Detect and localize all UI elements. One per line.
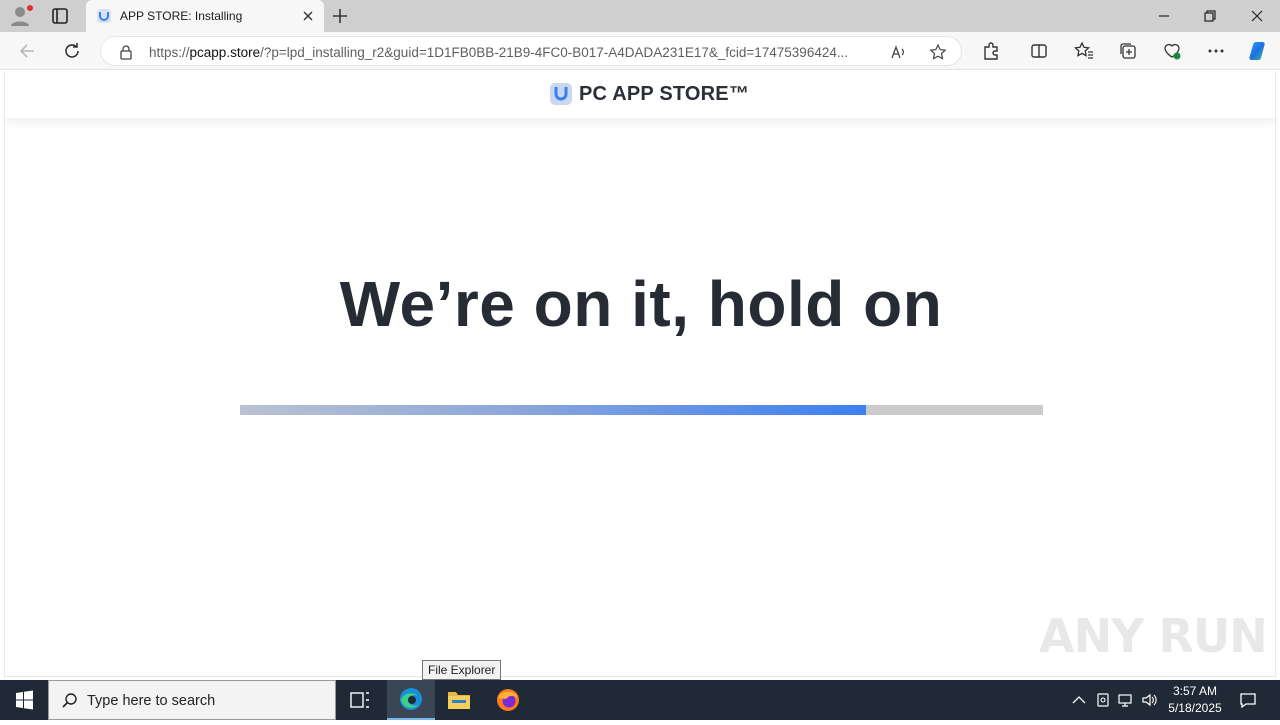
edge-taskbar-icon[interactable]	[387, 680, 435, 720]
clock-time: 3:57 AM	[1172, 684, 1218, 698]
taskbar-clock[interactable]: 3:57 AM 5/18/2025	[1160, 683, 1230, 717]
taskbar-search[interactable]: Type here to search	[48, 680, 336, 720]
favorites-icon[interactable]	[1073, 40, 1095, 62]
tooltip: File Explorer	[422, 660, 502, 680]
tab-favicon-icon	[96, 8, 112, 24]
page-headline: We’re on it, hold on	[339, 268, 943, 340]
logo-text: PC APP STORE™	[579, 82, 750, 105]
split-screen-icon[interactable]	[1028, 40, 1050, 62]
install-progress-bar	[240, 405, 1043, 415]
search-icon	[61, 692, 79, 710]
notifications-icon[interactable]	[1238, 690, 1258, 710]
web-page: PC APP STORE™ We’re on it, hold on ANY R…	[4, 71, 1276, 677]
url-text: https://pcapp.store/?p=lpd_installing_r2…	[149, 45, 879, 60]
task-view-button[interactable]	[336, 680, 384, 720]
close-window-icon[interactable]	[1247, 6, 1267, 26]
windows-taskbar: Type here to search 3:57 AM 5/18/2025	[0, 680, 1280, 720]
app-store-logo-icon	[549, 82, 573, 106]
browser-toolbar: https://pcapp.store/?p=lpd_installing_r2…	[0, 32, 1280, 70]
watermark-logo: ANY RUN	[1039, 609, 1268, 663]
more-options-icon[interactable]	[1205, 40, 1227, 62]
restore-icon[interactable]	[1200, 6, 1220, 26]
device-icon[interactable]	[1094, 691, 1112, 709]
start-button[interactable]	[0, 680, 48, 720]
tab-title: APP STORE: Installing	[120, 9, 243, 23]
refresh-icon[interactable]	[61, 40, 83, 62]
address-bar[interactable]: https://pcapp.store/?p=lpd_installing_r2…	[100, 36, 962, 66]
url-prefix: https://	[149, 45, 190, 60]
firefox-taskbar-icon[interactable]	[484, 680, 532, 720]
browser-tab-strip: APP STORE: Installing	[0, 0, 1280, 32]
new-tab-icon[interactable]	[330, 6, 350, 26]
clock-date: 5/18/2025	[1168, 701, 1222, 715]
browser-essentials-icon[interactable]	[1161, 40, 1183, 62]
favorite-star-icon[interactable]	[929, 43, 947, 61]
url-path: /?p=lpd_installing_r2&guid=1D1FB0BB-21B9…	[260, 45, 849, 60]
read-aloud-icon[interactable]	[889, 43, 907, 61]
network-icon[interactable]	[1117, 691, 1135, 709]
profile-icon[interactable]	[8, 4, 34, 28]
collections-icon[interactable]	[1117, 40, 1139, 62]
url-host: pcapp.store	[189, 45, 261, 60]
volume-icon[interactable]	[1141, 691, 1159, 709]
tab-actions-icon[interactable]	[48, 5, 72, 27]
lock-icon[interactable]	[119, 44, 133, 60]
file-explorer-taskbar-icon[interactable]	[435, 680, 483, 720]
active-tab[interactable]: APP STORE: Installing	[86, 0, 324, 32]
close-tab-icon[interactable]	[300, 8, 316, 24]
minimize-icon[interactable]	[1154, 6, 1174, 26]
site-header: PC APP STORE™	[5, 71, 1275, 118]
back-icon[interactable]	[17, 40, 39, 62]
extensions-icon[interactable]	[980, 40, 1002, 62]
show-hidden-icons-icon[interactable]	[1070, 691, 1088, 709]
install-progress-fill	[240, 405, 867, 415]
search-placeholder: Type here to search	[87, 693, 216, 709]
copilot-icon[interactable]	[1246, 39, 1270, 63]
site-logo[interactable]: PC APP STORE™	[549, 82, 749, 106]
